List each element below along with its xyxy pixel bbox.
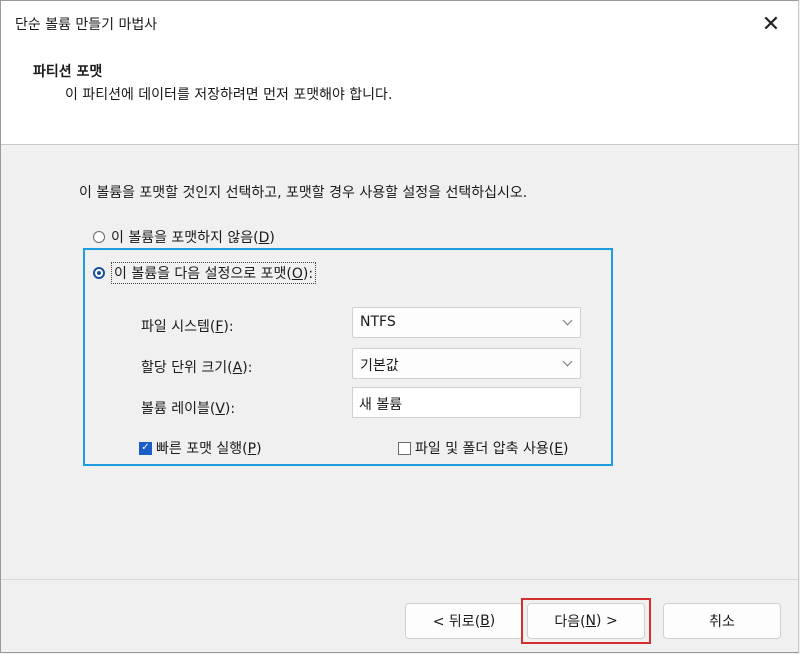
back-button[interactable]: < 뒤로(B) [405,603,523,639]
checkbox-label: 빠른 포맷 실행(P) [156,441,262,457]
checkbox-unchecked[interactable] [398,441,411,455]
title-bar: 단순 볼륨 만들기 마법사 ✕ [1,1,798,47]
next-button[interactable]: 다음(N) > [527,603,645,639]
radio-label: 이 볼륨을 포맷하지 않음(D) [111,230,275,246]
allocation-dropdown[interactable]: 기본값 [352,348,581,379]
filesystem-value: NTFS [360,314,396,330]
filesystem-label: 파일 시스템(F): [141,319,234,335]
cancel-button[interactable]: 취소 [663,603,781,639]
compression-checkbox[interactable]: 파일 및 폴더 압축 사용(E) [398,438,569,458]
quick-format-checkbox[interactable]: ✓ 빠른 포맷 실행(P) [139,438,262,458]
checkbox-label: 파일 및 폴더 압축 사용(E) [415,441,569,457]
chevron-down-icon [562,315,573,326]
wizard-header: 파티션 포맷 이 파티션에 데이터를 저장하려면 먼저 포맷해야 합니다. [1,47,798,145]
page-title: 파티션 포맷 [33,64,103,80]
wizard-window: 단순 볼륨 만들기 마법사 ✕ 파티션 포맷 이 파티션에 데이터를 저장하려면… [0,0,799,653]
page-subtitle: 이 파티션에 데이터를 저장하려면 먼저 포맷해야 합니다. [65,87,393,103]
allocation-label: 할당 단위 크기(A): [141,360,253,376]
close-icon[interactable]: ✕ [754,7,788,41]
checkbox-checked[interactable]: ✓ [139,441,152,455]
radio-format[interactable]: 이 볼륨을 다음 설정으로 포맷(O): [93,262,317,284]
radio-button-selected[interactable] [93,267,105,279]
radio-label: 이 볼륨을 다음 설정으로 포맷(O): [111,262,317,284]
volume-label-label: 볼륨 레이블(V): [141,401,236,417]
allocation-value: 기본값 [360,358,399,374]
chevron-down-icon [562,356,573,367]
filesystem-dropdown[interactable]: NTFS [352,307,581,338]
radio-no-format[interactable]: 이 볼륨을 포맷하지 않음(D) [93,227,275,247]
radio-button[interactable] [93,231,105,243]
volume-label-input[interactable]: 새 볼륨 [352,387,581,418]
instruction-text: 이 볼륨을 포맷할 것인지 선택하고, 포맷할 경우 사용할 설정을 선택하십시… [79,185,528,201]
window-title: 단순 볼륨 만들기 마법사 [15,17,158,33]
footer-divider [1,579,798,580]
